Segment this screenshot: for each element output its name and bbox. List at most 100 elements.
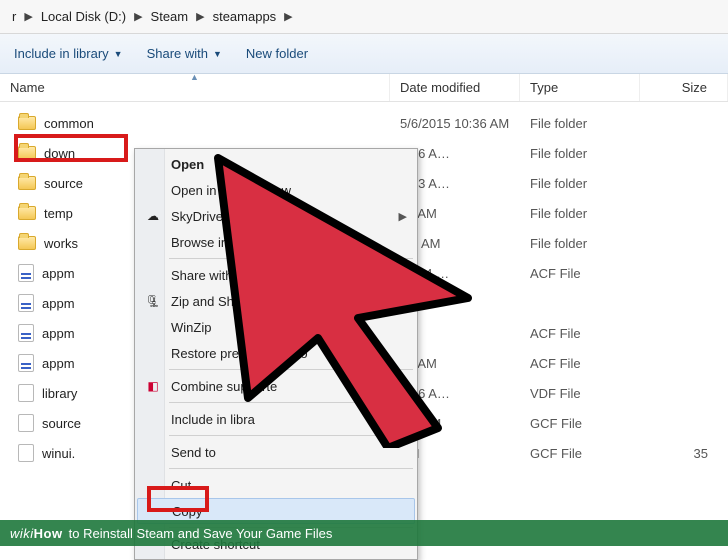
zip-icon: 🗜 bbox=[145, 293, 161, 309]
file-name: appm bbox=[42, 266, 75, 281]
menu-label: Combine supporte bbox=[171, 379, 277, 394]
highlight-annotation bbox=[147, 486, 209, 512]
menu-label: Open in new window bbox=[171, 183, 291, 198]
breadcrumb-item[interactable]: Local Disk (D:) bbox=[35, 7, 132, 26]
folder-icon bbox=[18, 206, 36, 220]
chevron-right-icon: ▶ bbox=[284, 10, 292, 23]
file-icon bbox=[18, 264, 34, 282]
file-icon bbox=[18, 384, 34, 402]
menu-restore[interactable]: Restore previous versio bbox=[137, 340, 415, 366]
menu-separator bbox=[169, 258, 413, 259]
chevron-right-icon: ▶ bbox=[134, 10, 142, 23]
column-label: Name bbox=[10, 80, 45, 95]
file-type: GCF File bbox=[520, 446, 640, 461]
menu-label: SkyDrive Pro bbox=[171, 209, 247, 224]
folder-icon bbox=[18, 176, 36, 190]
brand-part-1: wiki bbox=[10, 526, 34, 541]
menu-zip-share[interactable]: 🗜 Zip and Share (WinZip Exp bbox=[137, 288, 415, 314]
menu-separator bbox=[169, 468, 413, 469]
new-folder-button[interactable]: New folder bbox=[246, 46, 308, 61]
file-type: VDF File bbox=[520, 386, 640, 401]
breadcrumb-item[interactable]: steamapps bbox=[207, 7, 283, 26]
breadcrumb-item[interactable]: r bbox=[6, 7, 22, 26]
toolbar: Include in library ▼ Share with ▼ New fo… bbox=[0, 34, 728, 74]
file-type: GCF File bbox=[520, 416, 640, 431]
column-label: Date modified bbox=[400, 80, 480, 95]
file-icon bbox=[18, 414, 34, 432]
menu-label: Zip and Share (WinZip Exp bbox=[171, 294, 327, 309]
menu-include-library[interactable]: Include in libra bbox=[137, 406, 415, 432]
file-type: ACF File bbox=[520, 266, 640, 281]
column-label: Type bbox=[530, 80, 558, 95]
chevron-right-icon: ▶ bbox=[24, 10, 32, 23]
file-name: library bbox=[42, 386, 77, 401]
cloud-icon: ☁ bbox=[145, 208, 161, 224]
menu-send-to[interactable]: Send to bbox=[137, 439, 415, 465]
menu-skydrive-pro[interactable]: ☁ SkyDrive Pro ▶ bbox=[137, 203, 415, 229]
chevron-down-icon: ▼ bbox=[213, 49, 222, 59]
file-icon bbox=[18, 444, 34, 462]
file-type: File folder bbox=[520, 236, 640, 251]
menu-separator bbox=[169, 402, 413, 403]
include-in-library-button[interactable]: Include in library ▼ bbox=[14, 46, 123, 61]
column-headers: ▲ Name Date modified Type Size bbox=[0, 74, 728, 102]
file-name: source bbox=[44, 176, 83, 191]
file-type: File folder bbox=[520, 176, 640, 191]
menu-label: Share with bbox=[171, 268, 232, 283]
menu-separator bbox=[169, 435, 413, 436]
menu-share-with[interactable]: Share with bbox=[137, 262, 415, 288]
wikihow-logo: wikiHow bbox=[10, 526, 63, 541]
menu-winzip[interactable]: WinZip bbox=[137, 314, 415, 340]
breadcrumb-bar: r ▶ Local Disk (D:) ▶ Steam ▶ steamapps … bbox=[0, 0, 728, 34]
file-type: ACF File bbox=[520, 356, 640, 371]
file-name: source bbox=[42, 416, 81, 431]
column-size[interactable]: Size bbox=[640, 74, 728, 101]
pdf-icon: ◧ bbox=[145, 378, 161, 394]
breadcrumb-item[interactable]: Steam bbox=[145, 7, 195, 26]
share-with-button[interactable]: Share with ▼ bbox=[147, 46, 222, 61]
file-name: common bbox=[44, 116, 94, 131]
file-icon bbox=[18, 354, 34, 372]
highlight-annotation bbox=[14, 134, 128, 162]
folder-icon bbox=[18, 116, 36, 130]
button-label: Include in library bbox=[14, 46, 109, 61]
menu-combine[interactable]: ◧ Combine supporte bbox=[137, 373, 415, 399]
menu-label: Restore previous versio bbox=[171, 346, 308, 361]
menu-label: WinZip bbox=[171, 320, 211, 335]
chevron-right-icon: ▶ bbox=[196, 10, 204, 23]
file-name: works bbox=[44, 236, 78, 251]
file-icon bbox=[18, 324, 34, 342]
file-name: appm bbox=[42, 326, 75, 341]
file-name: winui. bbox=[42, 446, 75, 461]
chevron-down-icon: ▼ bbox=[114, 49, 123, 59]
column-label: Size bbox=[682, 80, 707, 95]
menu-label: Browse in Adobe Bridge CS6 bbox=[171, 235, 339, 250]
menu-label: Send to bbox=[171, 445, 216, 460]
file-type: File folder bbox=[520, 146, 640, 161]
caption-text: to Reinstall Steam and Save Your Game Fi… bbox=[69, 526, 333, 541]
wikihow-caption: wikiHow to Reinstall Steam and Save Your… bbox=[0, 520, 728, 546]
file-name: appm bbox=[42, 356, 75, 371]
submenu-arrow-icon: ▶ bbox=[399, 210, 407, 223]
file-size: 35 bbox=[640, 446, 728, 461]
file-type: File folder bbox=[520, 206, 640, 221]
file-type: File folder bbox=[520, 116, 640, 131]
file-icon bbox=[18, 294, 34, 312]
menu-adobe-bridge[interactable]: Browse in Adobe Bridge CS6 bbox=[137, 229, 415, 255]
folder-icon bbox=[18, 236, 36, 250]
column-type[interactable]: Type bbox=[520, 74, 640, 101]
file-name: appm bbox=[42, 296, 75, 311]
menu-open[interactable]: Open bbox=[137, 151, 415, 177]
file-date: 5/6/2015 10:36 AM bbox=[390, 116, 520, 131]
button-label: Share with bbox=[147, 46, 208, 61]
brand-part-2: How bbox=[34, 526, 63, 541]
button-label: New folder bbox=[246, 46, 308, 61]
menu-open-new-window[interactable]: Open in new window bbox=[137, 177, 415, 203]
file-name: temp bbox=[44, 206, 73, 221]
file-type: ACF File bbox=[520, 326, 640, 341]
column-date[interactable]: Date modified bbox=[390, 74, 520, 101]
menu-label: Include in libra bbox=[171, 412, 255, 427]
menu-label: Open bbox=[171, 157, 204, 172]
column-name[interactable]: ▲ Name bbox=[0, 74, 390, 101]
menu-separator bbox=[169, 369, 413, 370]
